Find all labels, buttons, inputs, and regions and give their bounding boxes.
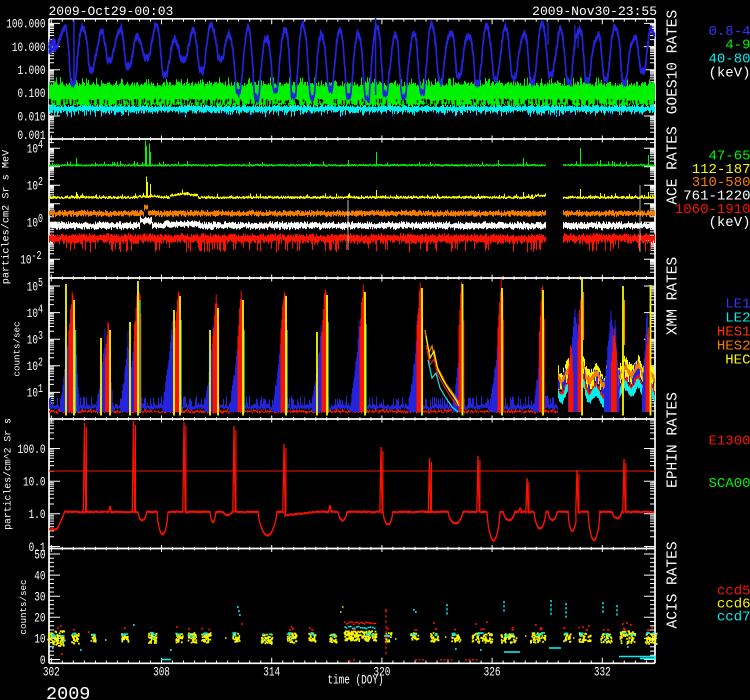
svg-text:XMM RATES: XMM RATES [666,257,682,335]
svg-text:10: 10 [27,281,38,295]
svg-text:10.0: 10.0 [23,476,46,490]
svg-text:GOES10 RATES: GOES10 RATES [666,10,682,114]
svg-text:2: 2 [38,358,43,371]
svg-text:1: 1 [38,384,43,397]
svg-text:counts/sec: counts/sec [12,321,23,376]
svg-text:308: 308 [153,666,170,680]
svg-text:3: 3 [38,331,43,344]
svg-text:4: 4 [38,304,43,317]
svg-text:2009-Oct29-00:03: 2009-Oct29-00:03 [49,4,174,19]
svg-text:0: 0 [38,214,43,227]
svg-text:2009-Nov30-23:55: 2009-Nov30-23:55 [532,4,657,19]
svg-text:1.0: 1.0 [29,509,46,523]
svg-text:332: 332 [594,666,611,680]
svg-text:50: 50 [34,549,45,563]
svg-text:302: 302 [43,666,60,680]
svg-text:10.000: 10.000 [12,42,46,56]
svg-text:10: 10 [20,254,31,268]
svg-text:(keV): (keV) [708,66,750,82]
svg-text:EPHIN RATES: EPHIN RATES [666,392,682,488]
svg-text:ACIS RATES: ACIS RATES [666,541,682,628]
svg-text:326: 326 [484,666,501,680]
svg-text:20: 20 [34,612,45,626]
svg-text:counts/sec: counts/sec [18,579,29,634]
svg-text:ccd7: ccd7 [717,610,750,626]
svg-text:5: 5 [38,278,43,291]
svg-text:SCA00: SCA00 [708,476,750,492]
svg-text:-2: -2 [32,251,42,264]
svg-text:10: 10 [27,361,38,375]
svg-text:100.000: 100.000 [6,19,45,33]
svg-text:(keV): (keV) [708,215,750,231]
svg-text:30: 30 [34,591,45,605]
svg-text:time (DOY): time (DOY) [327,674,383,688]
svg-text:E1300: E1300 [708,434,750,450]
svg-text:10: 10 [27,308,38,322]
svg-text:10: 10 [27,217,38,231]
svg-text:100.0: 100.0 [17,444,45,458]
svg-text:HEC: HEC [725,353,750,369]
svg-text:ACE RATES: ACE RATES [666,126,682,204]
svg-text:particles/cm^2 Sr s: particles/cm^2 Sr s [3,418,14,530]
svg-text:2: 2 [38,177,43,190]
svg-text:10: 10 [27,334,38,348]
svg-text:40: 40 [34,570,45,584]
svg-text:314: 314 [263,666,280,680]
svg-text:particles/cm2 Sr s MeV: particles/cm2 Sr s MeV [1,149,13,284]
svg-text:0.010: 0.010 [17,111,45,125]
svg-text:10: 10 [34,634,45,648]
svg-text:10: 10 [27,180,38,194]
svg-text:10: 10 [27,388,38,402]
svg-text:4: 4 [38,140,43,153]
svg-text:2009: 2009 [46,684,90,700]
svg-text:0.100: 0.100 [17,88,45,102]
svg-text:10: 10 [27,143,38,157]
svg-text:1.000: 1.000 [17,65,45,79]
